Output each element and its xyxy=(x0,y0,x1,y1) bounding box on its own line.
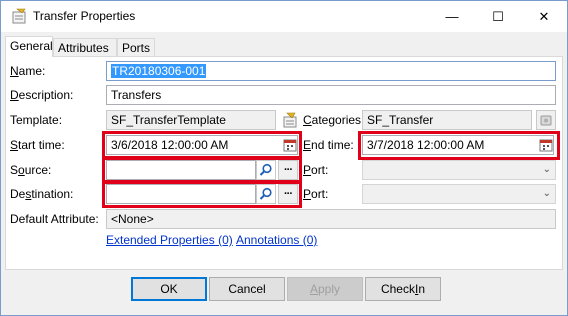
destination-more-button[interactable]: ··· xyxy=(278,184,298,204)
template-browse-button[interactable] xyxy=(280,110,300,130)
end-time-calendar-button[interactable] xyxy=(538,137,554,153)
category-icon xyxy=(540,115,552,126)
template-value: SF_TransferTemplate xyxy=(111,113,226,127)
source-search-button[interactable] xyxy=(256,160,276,180)
ok-button[interactable]: OK xyxy=(131,277,207,301)
close-icon: ✕ xyxy=(538,8,550,24)
source-port-select[interactable]: ⌄ xyxy=(362,160,556,180)
template-label: Template: xyxy=(10,113,63,127)
categories-value: SF_Transfer xyxy=(367,113,434,127)
categories-label: Categories: xyxy=(303,113,365,127)
source-field[interactable] xyxy=(106,160,256,180)
description-value: Transfers xyxy=(111,88,162,102)
ellipsis-icon: ··· xyxy=(284,188,293,200)
chevron-down-icon: ⌄ xyxy=(542,188,551,199)
categories-field: SF_Transfer xyxy=(362,110,532,130)
tab-ports[interactable]: Ports xyxy=(117,38,155,56)
transfer-properties-dialog: Transfer Properties — ☐ ✕ General Attrib… xyxy=(0,0,568,316)
search-icon xyxy=(259,163,272,176)
description-label: Description: xyxy=(10,88,74,102)
maximize-button[interactable]: ☐ xyxy=(475,1,521,32)
source-more-button[interactable]: ··· xyxy=(278,160,298,180)
description-field[interactable]: Transfers xyxy=(106,85,556,105)
minimize-icon: — xyxy=(445,9,459,24)
default-attribute-label: Default Attribute: xyxy=(10,212,99,226)
search-icon xyxy=(259,187,272,200)
tab-attributes[interactable]: Attributes xyxy=(53,38,117,56)
end-time-field[interactable]: 3/7/2018 12:00:00 AM xyxy=(362,135,554,155)
annotations-link[interactable]: Annotations (0) xyxy=(236,233,317,247)
start-time-label: Start time: xyxy=(10,138,65,152)
source-label: Source: xyxy=(10,163,52,177)
name-value: TR20180306-001 xyxy=(111,64,207,78)
destination-search-button[interactable] xyxy=(256,184,276,204)
minimize-button[interactable]: — xyxy=(429,1,475,32)
destination-port-select[interactable]: ⌄ xyxy=(362,184,556,204)
extended-properties-link[interactable]: Extended Properties (0) xyxy=(106,233,233,247)
start-time-field[interactable]: 3/6/2018 12:00:00 AM xyxy=(106,135,298,155)
categories-browse-button[interactable] xyxy=(536,110,556,130)
default-attribute-field: <None> xyxy=(106,209,556,229)
template-field: SF_TransferTemplate xyxy=(106,110,276,130)
destination-field[interactable] xyxy=(106,184,256,204)
default-attribute-value: <None> xyxy=(111,212,154,226)
general-panel: Name: TR20180306-001 Description: Transf… xyxy=(5,56,563,270)
end-time-value: 3/7/2018 12:00:00 AM xyxy=(367,138,485,152)
end-time-label: End time: xyxy=(303,138,354,152)
name-label: Name: xyxy=(10,64,46,78)
calendar-icon xyxy=(539,139,553,152)
maximize-icon: ☐ xyxy=(492,8,504,24)
ellipsis-icon: ··· xyxy=(284,164,293,176)
start-time-calendar-button[interactable] xyxy=(282,137,298,153)
window-title: Transfer Properties xyxy=(33,9,136,23)
title-bar: Transfer Properties — ☐ ✕ xyxy=(1,1,567,32)
close-button[interactable]: ✕ xyxy=(521,1,567,32)
destination-label: Destination: xyxy=(10,187,74,201)
chevron-down-icon: ⌄ xyxy=(542,164,551,175)
tab-general[interactable]: General xyxy=(5,36,53,57)
template-icon xyxy=(283,112,297,128)
calendar-icon xyxy=(283,139,297,152)
destination-port-label: Port: xyxy=(303,187,329,201)
name-field[interactable]: TR20180306-001 xyxy=(106,61,556,81)
start-time-value: 3/6/2018 12:00:00 AM xyxy=(111,138,229,152)
properties-icon xyxy=(12,8,26,24)
cancel-button[interactable]: Cancel xyxy=(209,277,285,301)
source-port-label: Port: xyxy=(303,163,329,177)
apply-button[interactable]: Apply xyxy=(287,277,363,301)
check-in-button[interactable]: Check In xyxy=(365,277,441,301)
